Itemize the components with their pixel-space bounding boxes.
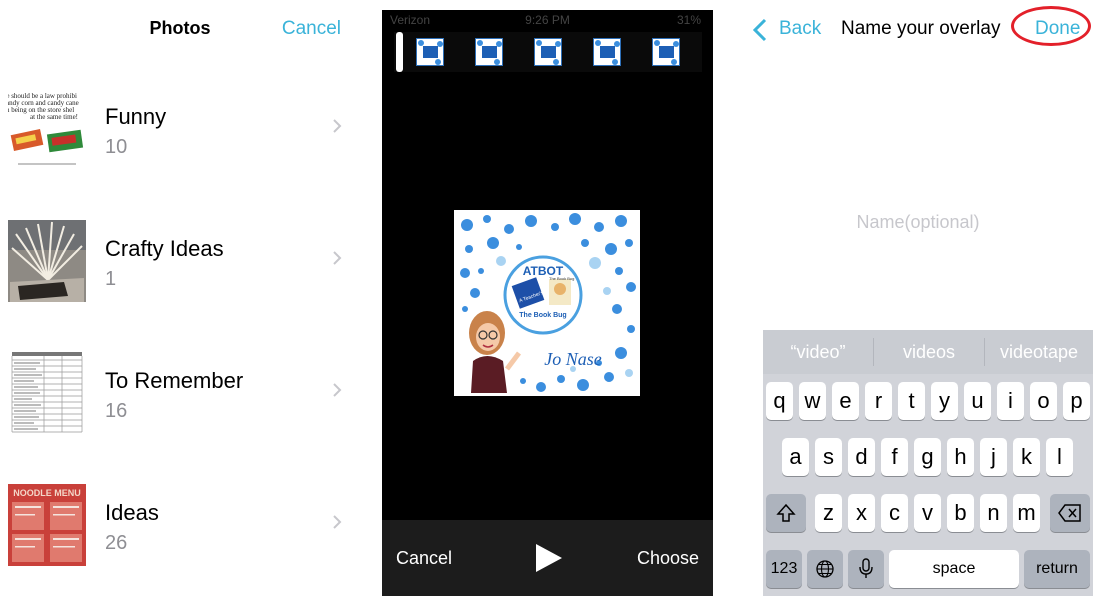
chooser-choose-button[interactable]: Choose xyxy=(637,548,699,569)
photos-nav-bar: Photos Cancel xyxy=(0,0,355,60)
battery-label: 31% xyxy=(676,13,701,27)
frame-thumbnail[interactable] xyxy=(416,38,444,66)
suggestion-2[interactable]: videos xyxy=(874,330,984,374)
key-o[interactable]: o xyxy=(1030,382,1057,420)
album-to-remember[interactable]: To Remember 16 xyxy=(0,352,355,452)
scrubber-handle[interactable] xyxy=(396,32,403,72)
album-count: 16 xyxy=(105,400,128,422)
onscreen-keyboard: “video” videos videotape q w e r t y u i… xyxy=(763,330,1093,596)
dictation-key[interactable] xyxy=(848,550,884,588)
return-key[interactable]: return xyxy=(1024,550,1090,588)
key-z[interactable]: z xyxy=(815,494,842,532)
globe-icon xyxy=(816,560,834,578)
key-r[interactable]: r xyxy=(865,382,892,420)
album-thumbnail-ideas: NOODLE MENU xyxy=(8,484,86,566)
suggestion-3[interactable]: videotape xyxy=(985,330,1093,374)
key-b[interactable]: b xyxy=(947,494,974,532)
key-g[interactable]: g xyxy=(914,438,941,476)
frame-thumbnail[interactable] xyxy=(534,38,562,66)
preview-book-label: The Book Bug xyxy=(519,312,566,319)
key-j[interactable]: j xyxy=(980,438,1007,476)
status-bar: Verizon 9:26 PM 31% xyxy=(382,10,713,30)
shift-icon xyxy=(776,503,796,522)
key-w[interactable]: w xyxy=(799,382,826,420)
preview-badge-text: The Book Bug xyxy=(549,276,574,281)
album-count: 26 xyxy=(105,532,128,554)
predictive-bar: “video” videos videotape xyxy=(763,330,1093,374)
image-chooser-panel: Verizon 9:26 PM 31% ATBOT A Teacher's Ba… xyxy=(382,10,713,596)
key-i[interactable]: i xyxy=(997,382,1024,420)
numbers-key[interactable]: 123 xyxy=(766,550,802,588)
key-e[interactable]: e xyxy=(832,382,859,420)
frame-thumbnail[interactable] xyxy=(593,38,621,66)
key-h[interactable]: h xyxy=(947,438,974,476)
shift-key[interactable] xyxy=(766,494,806,532)
preview-signature: Jo Nase xyxy=(544,349,602,369)
key-y[interactable]: y xyxy=(931,382,958,420)
frame-strip[interactable] xyxy=(394,32,702,72)
album-thumbnail-funny: re should be a law prohibi andy corn and… xyxy=(8,88,86,170)
delete-key[interactable] xyxy=(1050,494,1090,532)
chevron-left-icon xyxy=(753,18,767,42)
album-name: To Remember xyxy=(105,368,244,393)
back-label: Back xyxy=(779,18,822,39)
done-button[interactable]: Done xyxy=(1035,18,1080,40)
overlay-name-input[interactable] xyxy=(763,204,1073,240)
key-u[interactable]: u xyxy=(964,382,991,420)
backspace-icon xyxy=(1058,504,1081,522)
key-c[interactable]: c xyxy=(881,494,908,532)
key-v[interactable]: v xyxy=(914,494,941,532)
frame-thumbnail[interactable] xyxy=(652,38,680,66)
chooser-bottom-bar: Cancel Choose xyxy=(382,520,713,596)
chevron-right-icon xyxy=(333,119,342,133)
photos-panel: Photos Cancel re should be a law prohibi… xyxy=(0,0,355,613)
album-name: Crafty Ideas xyxy=(105,236,224,261)
key-q[interactable]: q xyxy=(766,382,793,420)
globe-key[interactable] xyxy=(807,550,843,588)
album-thumbnail-to-remember xyxy=(8,352,86,434)
thumb-line-4: at the same time! xyxy=(30,113,78,121)
thumb-menu-title: NOODLE MENU xyxy=(13,488,81,498)
album-funny[interactable]: re should be a law prohibi andy corn and… xyxy=(0,88,355,188)
photos-cancel-button[interactable]: Cancel xyxy=(282,18,341,40)
preview-canvas: ATBOT A Teacher's Bag of Tricks The Book… xyxy=(382,72,713,520)
album-thumbnail-crafty-ideas xyxy=(8,220,86,302)
key-s[interactable]: s xyxy=(815,438,842,476)
key-t[interactable]: t xyxy=(898,382,925,420)
name-overlay-panel: Back Name your overlay Done “video” vide… xyxy=(743,0,1093,613)
album-crafty-ideas[interactable]: Crafty Ideas 1 xyxy=(0,220,355,320)
key-x[interactable]: x xyxy=(848,494,875,532)
album-ideas[interactable]: NOODLE MENU Ideas 26 xyxy=(0,484,355,584)
overlay-preview-image: ATBOT A Teacher's Bag of Tricks The Book… xyxy=(452,208,642,398)
album-count: 1 xyxy=(105,268,117,290)
album-name: Ideas xyxy=(105,500,159,525)
frame-thumbnail[interactable] xyxy=(475,38,503,66)
space-key[interactable]: space xyxy=(889,550,1019,588)
overlay-nav-bar: Back Name your overlay Done xyxy=(743,0,1093,60)
key-p[interactable]: p xyxy=(1063,382,1090,420)
chooser-cancel-button[interactable]: Cancel xyxy=(396,548,452,569)
chevron-right-icon xyxy=(333,251,342,265)
status-time: 9:26 PM xyxy=(525,13,570,27)
key-a[interactable]: a xyxy=(782,438,809,476)
key-f[interactable]: f xyxy=(881,438,908,476)
suggestion-1[interactable]: “video” xyxy=(763,330,873,374)
album-count: 10 xyxy=(105,136,128,158)
overlay-title: Name your overlay xyxy=(841,18,1001,39)
microphone-icon xyxy=(859,558,873,578)
key-m[interactable]: m xyxy=(1013,494,1040,532)
key-d[interactable]: d xyxy=(848,438,875,476)
chevron-right-icon xyxy=(333,383,342,397)
play-icon[interactable] xyxy=(532,542,564,574)
key-k[interactable]: k xyxy=(1013,438,1040,476)
album-name: Funny xyxy=(105,104,167,129)
key-l[interactable]: l xyxy=(1046,438,1073,476)
key-n[interactable]: n xyxy=(980,494,1007,532)
chevron-right-icon xyxy=(333,515,342,529)
